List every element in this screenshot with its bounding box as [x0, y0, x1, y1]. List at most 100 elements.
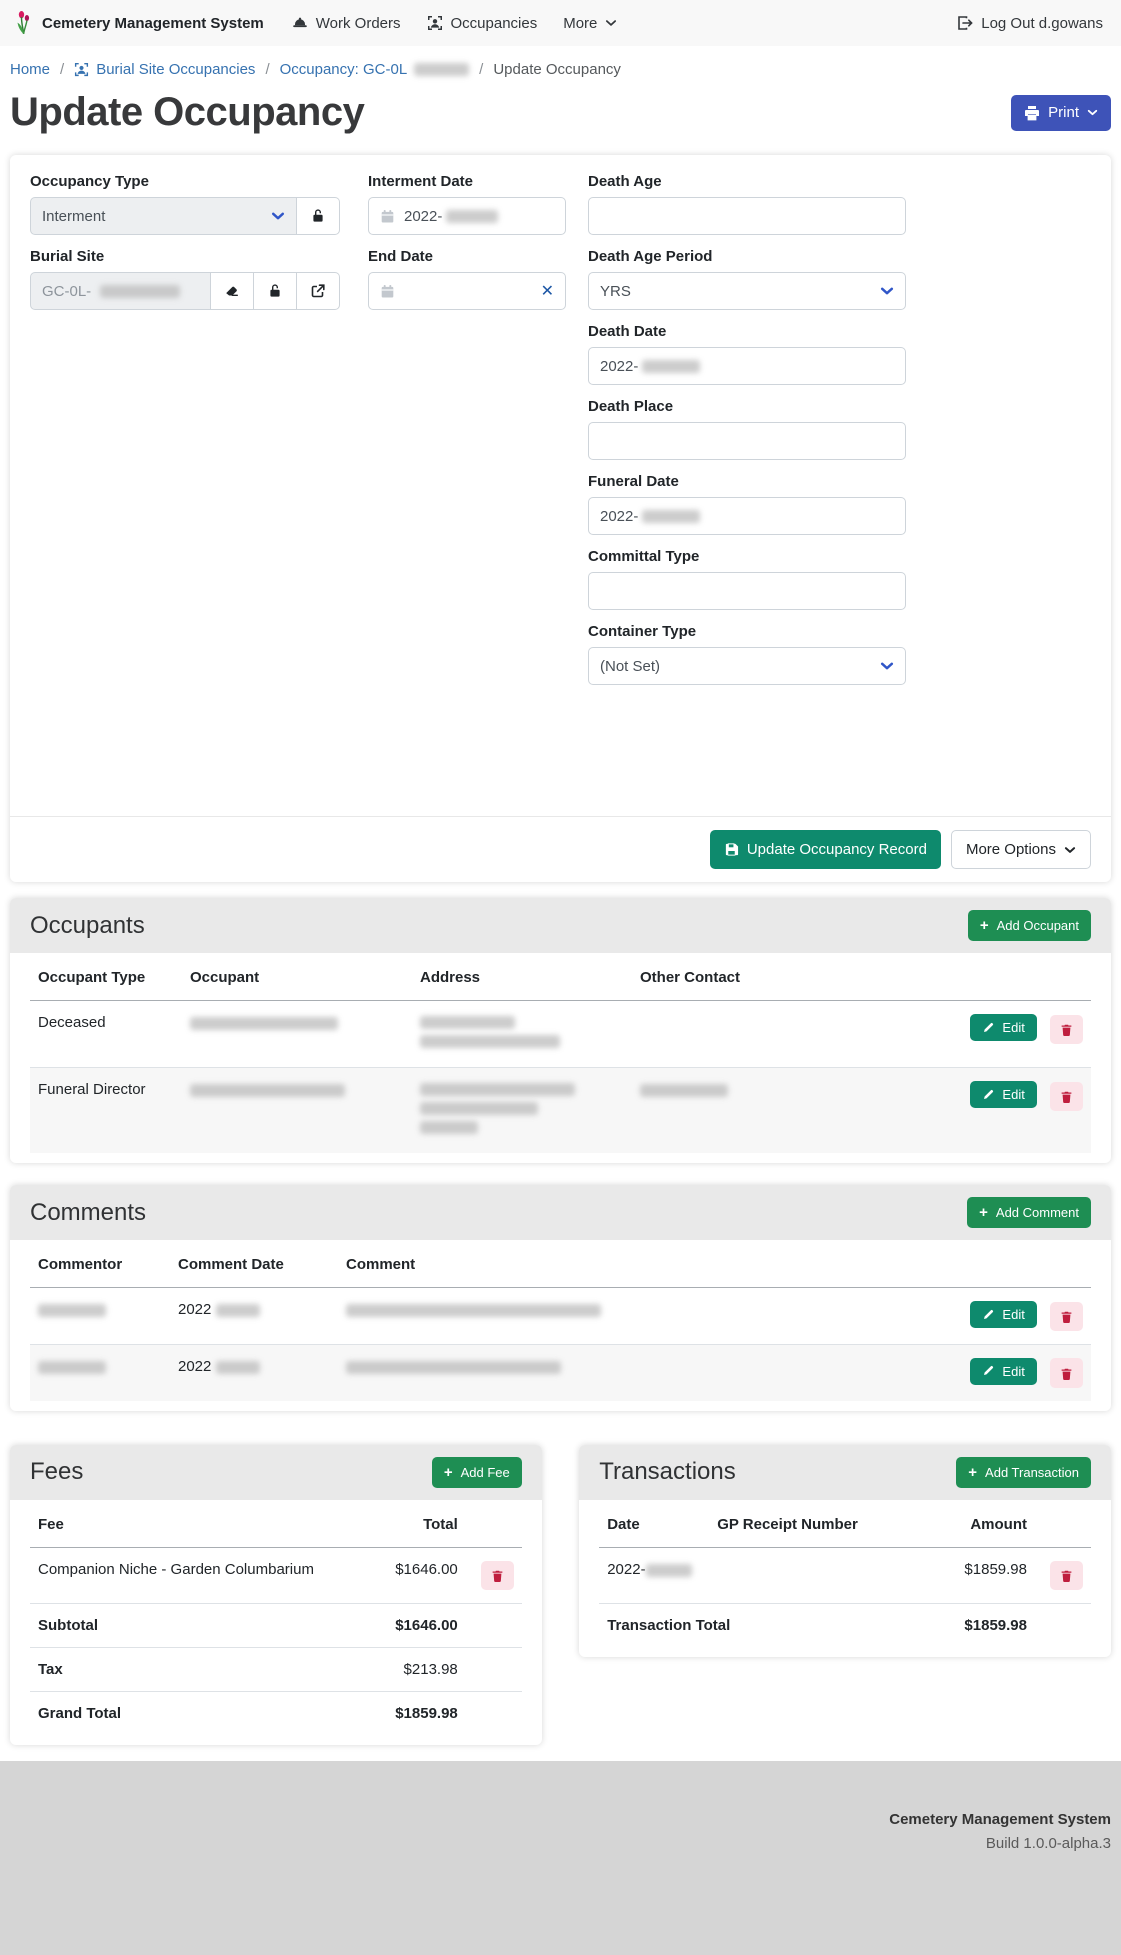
hardhat-icon	[292, 15, 308, 31]
container-type-select[interactable]: (Not Set)	[588, 647, 906, 685]
redacted-text	[420, 1121, 478, 1134]
bottom-row: Fees + Add Fee Fee Total	[10, 1445, 1111, 1745]
breadcrumb-home[interactable]: Home	[10, 61, 50, 78]
nav-item-more[interactable]: More	[563, 15, 617, 32]
occupancy-type-select[interactable]: Interment	[30, 197, 297, 235]
logout-link[interactable]: Log Out d.gowans	[957, 15, 1103, 32]
chevron-down-icon	[605, 17, 617, 29]
burial-site-input[interactable]: GC-0L-	[30, 272, 211, 310]
summary-label: Tax	[30, 1648, 371, 1692]
fee-name-cell: Companion Niche - Garden Columbarium	[30, 1547, 371, 1603]
lock-burial-site-button[interactable]	[254, 272, 297, 310]
trash-icon	[1060, 1090, 1073, 1104]
death-place-field: Death Place	[588, 398, 906, 460]
occupant-name-cell	[182, 1001, 412, 1068]
more-options-button[interactable]: More Options	[951, 830, 1091, 869]
occupants-table: Occupant Type Occupant Address Other Con…	[30, 955, 1091, 1153]
breadcrumb-burial-site-occupancies[interactable]: Burial Site Occupancies	[74, 61, 255, 78]
column-header: Date	[599, 1502, 709, 1548]
eraser-icon	[224, 283, 240, 299]
edit-comment-button[interactable]: Edit	[970, 1301, 1036, 1328]
page-title: Update Occupancy	[10, 90, 364, 135]
column-header-actions	[1035, 1502, 1091, 1548]
edit-comment-button[interactable]: Edit	[970, 1358, 1036, 1385]
delete-occupant-button[interactable]	[1050, 1015, 1083, 1044]
transaction-total-label: Transaction Total	[599, 1604, 930, 1648]
transactions-card: Transactions + Add Transaction Date GP R…	[579, 1445, 1111, 1657]
add-comment-button[interactable]: + Add Comment	[967, 1197, 1091, 1228]
tulip-logo-icon	[14, 9, 34, 37]
delete-occupant-button[interactable]	[1050, 1082, 1083, 1111]
delete-comment-button[interactable]	[1050, 1302, 1083, 1331]
comment-cell	[338, 1344, 849, 1400]
breadcrumb-occupancy[interactable]: Occupancy: GC-0L	[280, 61, 470, 78]
redacted-text	[100, 285, 180, 298]
death-date-input[interactable]: 2022-	[588, 347, 906, 385]
redacted-text	[216, 1304, 260, 1317]
redacted-text	[642, 360, 700, 373]
death-place-input[interactable]	[588, 422, 906, 460]
summary-spacer	[466, 1604, 522, 1648]
committal-type-input[interactable]	[588, 572, 906, 610]
transaction-date-value: 2022-	[607, 1561, 645, 1578]
nav-item-occupancies[interactable]: Occupancies	[427, 15, 538, 32]
comment-date-cell: 2022	[170, 1344, 338, 1400]
clear-end-date-icon[interactable]: ✕	[541, 281, 554, 301]
add-fee-button[interactable]: + Add Fee	[432, 1457, 522, 1488]
transactions-header-row: Date GP Receipt Number Amount	[599, 1502, 1091, 1548]
death-age-input[interactable]	[588, 197, 906, 235]
column-header: Occupant	[182, 955, 412, 1001]
delete-comment-button[interactable]	[1050, 1358, 1083, 1387]
fee-total-cell: $1646.00	[371, 1547, 466, 1603]
death-age-period-select[interactable]: YRS	[588, 272, 906, 310]
occupants-title: Occupants	[30, 912, 145, 940]
open-burial-site-button[interactable]	[297, 272, 340, 310]
update-occupancy-record-button[interactable]: Update Occupancy Record	[710, 830, 941, 869]
interment-date-input[interactable]: 2022-	[368, 197, 566, 235]
funeral-date-input[interactable]: 2022-	[588, 497, 906, 535]
print-label: Print	[1048, 105, 1079, 120]
comment-date-cell: 2022	[170, 1288, 338, 1345]
add-transaction-button[interactable]: + Add Transaction	[956, 1457, 1091, 1488]
delete-fee-button[interactable]	[481, 1561, 514, 1590]
end-date-field: End Date ✕	[368, 248, 566, 310]
trash-icon	[1060, 1023, 1073, 1037]
brand[interactable]: Cemetery Management System	[14, 9, 264, 37]
redacted-text	[38, 1361, 106, 1374]
footer-app-name: Cemetery Management System	[10, 1811, 1111, 1828]
lock-occupancy-type-button[interactable]	[297, 197, 340, 235]
death-date-field: Death Date 2022-	[588, 323, 906, 385]
fee-row: Companion Niche - Garden Columbarium $16…	[30, 1547, 522, 1603]
burial-site-value: GC-0L-	[42, 283, 91, 300]
add-occupant-button[interactable]: + Add Occupant	[968, 910, 1091, 941]
end-date-input[interactable]: ✕	[368, 272, 566, 310]
redacted-text	[38, 1304, 106, 1317]
funeral-date-value: 2022-	[600, 508, 638, 525]
clear-burial-site-button[interactable]	[211, 272, 254, 310]
fees-table: Fee Total Companion Niche - Garden Colum…	[30, 1502, 522, 1735]
commentor-cell	[30, 1344, 170, 1400]
nav-item-label: Occupancies	[451, 15, 538, 32]
nav-item-work-orders[interactable]: Work Orders	[292, 15, 401, 32]
trash-icon	[491, 1569, 504, 1583]
comment-row: 2022 Edit	[30, 1288, 1091, 1345]
edit-occupant-button[interactable]: Edit	[970, 1081, 1036, 1108]
calendar-icon	[380, 209, 395, 224]
burial-site-field: Burial Site GC-0L-	[30, 248, 340, 310]
pencil-icon	[982, 1309, 994, 1321]
page-footer: Cemetery Management System Build 1.0.0-a…	[0, 1761, 1121, 1955]
occupancy-type-field: Occupancy Type Interment	[30, 173, 340, 235]
redacted-text	[420, 1016, 515, 1029]
column-header: Amount	[930, 1502, 1035, 1548]
occupant-type-cell: Funeral Director	[30, 1068, 182, 1154]
logout-icon	[957, 15, 973, 31]
chevron-down-icon	[1064, 844, 1076, 856]
edit-comment-label: Edit	[1002, 1308, 1024, 1321]
delete-transaction-button[interactable]	[1050, 1561, 1083, 1590]
redacted-text	[216, 1361, 260, 1374]
redacted-text	[420, 1035, 560, 1048]
print-button[interactable]: Print	[1011, 95, 1111, 131]
add-fee-label: Add Fee	[461, 1466, 510, 1479]
edit-occupant-button[interactable]: Edit	[970, 1014, 1036, 1041]
redacted-text	[346, 1361, 561, 1374]
